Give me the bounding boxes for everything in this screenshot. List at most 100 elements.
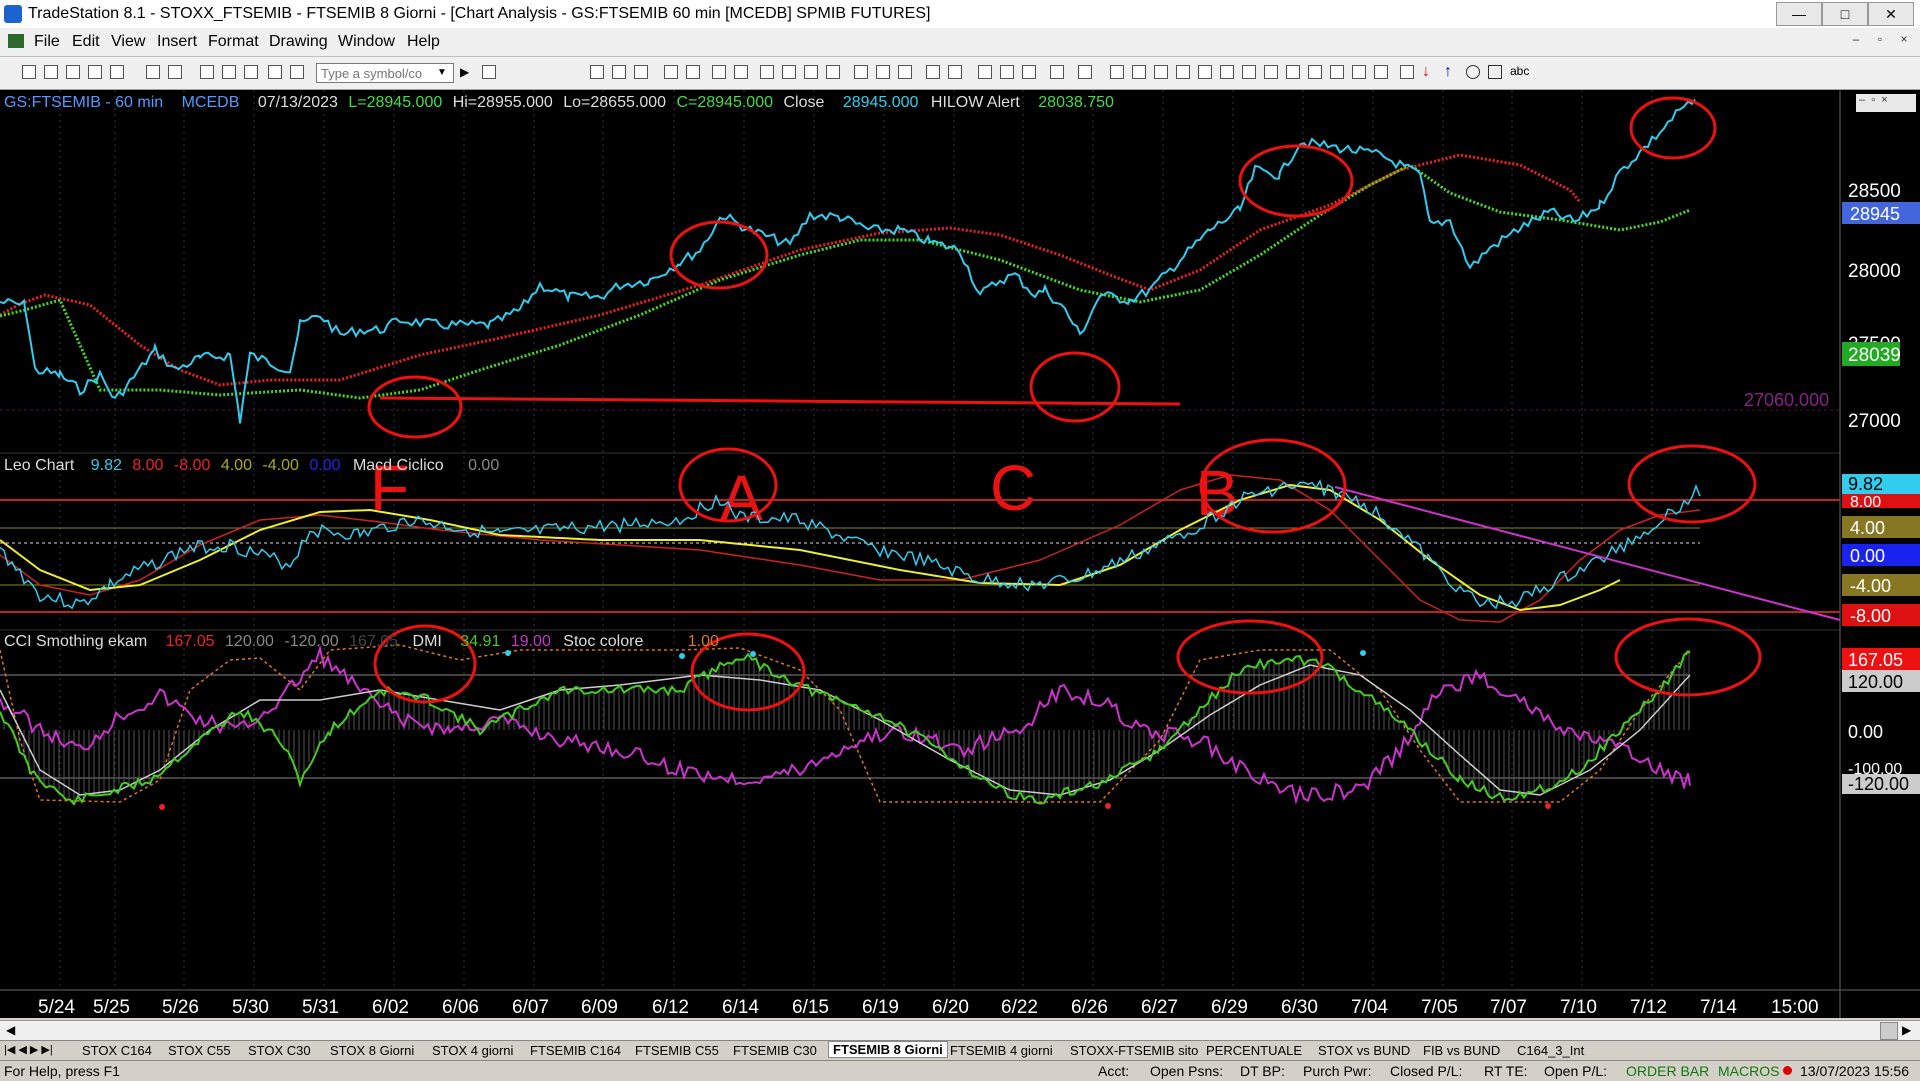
scanner-icon[interactable] [712,65,726,79]
menu-file[interactable]: File [34,33,60,51]
chart-analysis-icon[interactable] [664,65,678,79]
menu-insert[interactable]: Insert [157,33,197,51]
menu-edit[interactable]: Edit [72,33,100,51]
ellipse-arc-icon[interactable] [1330,65,1344,79]
parallel-icon[interactable] [1308,65,1322,79]
zoom-in-icon[interactable] [926,65,940,79]
symbol-input[interactable] [316,63,454,83]
pencil-icon[interactable] [1374,65,1388,79]
workspace-icon[interactable] [110,65,124,79]
trendline-icon[interactable] [1110,65,1124,79]
new-window-icon[interactable] [88,65,102,79]
save-icon[interactable] [66,65,80,79]
portfolio-icon[interactable] [734,65,748,79]
indicator-icon[interactable] [1078,65,1092,79]
circle-icon[interactable] [1466,65,1480,79]
macros-button[interactable]: MACROS [1718,1063,1779,1079]
text-tool-icon[interactable]: abc [1510,64,1529,78]
globe-icon[interactable] [290,65,304,79]
properties-icon[interactable] [268,65,282,79]
grid-icon[interactable] [590,65,604,79]
format-icon[interactable] [1050,65,1064,79]
symbol-lookup-icon[interactable] [482,65,496,79]
mdi-restore-button[interactable]: ▫ [1870,32,1890,50]
channel-icon[interactable] [1220,65,1234,79]
fib-icon[interactable] [1176,65,1190,79]
scroll-right-icon[interactable]: ▶ [1902,1023,1911,1037]
candle-icon[interactable] [826,65,840,79]
minimize-button[interactable]: — [1776,2,1822,26]
regression-icon[interactable] [1286,65,1300,79]
go-arrow-icon[interactable]: ▶ [460,65,469,79]
chart-window-icon[interactable] [8,34,24,48]
pane-controls[interactable]: – ▫ × [1856,94,1916,112]
bars-icon[interactable] [898,65,912,79]
rectangle-icon[interactable] [1488,65,1502,79]
gann-icon[interactable] [1198,65,1212,79]
chart-canvas[interactable]: 28500 28000 27500 27000 26500 28945 2803… [0,90,1920,1018]
tab-c164-3-int[interactable]: C164_3_Int [1517,1043,1584,1058]
speed-lines-icon[interactable] [1242,65,1256,79]
menu-format[interactable]: Format [208,33,259,51]
time-axis-label: 6/29 [1211,997,1248,1018]
lock-icon[interactable] [244,65,258,79]
tab-percentuale[interactable]: PERCENTUALE [1206,1043,1302,1058]
tools-icon[interactable] [1022,65,1036,79]
time-axis: 5/24 5/25 5/26 5/30 5/31 6/02 6/06 6/07 6/09 6/12… [38,997,1819,1018]
maximize-button[interactable]: □ [1822,2,1868,26]
menu-drawing[interactable]: Drawing [269,33,328,51]
bar-chart-icon[interactable] [804,65,818,79]
tab-ftsemib-c164[interactable]: FTSEMIB C164 [530,1043,621,1058]
tab-stoxx-ftsemib-sito[interactable]: STOXX-FTSEMIB sito [1070,1043,1198,1058]
pointer-icon[interactable] [978,65,992,79]
menu-window[interactable]: Window [338,33,395,51]
radar-icon[interactable] [686,65,700,79]
data-window-icon[interactable] [1000,65,1014,79]
copy-icon[interactable] [222,65,236,79]
tab-ftsemib-8-giorni[interactable]: FTSEMIB 8 Giorni [828,1041,948,1058]
tab-stox-c55[interactable]: STOX C55 [168,1043,231,1058]
menu-help[interactable]: Help [407,33,440,51]
compress-icon[interactable] [854,65,868,79]
tab-stox-c30[interactable]: STOX C30 [248,1043,311,1058]
table-icon[interactable] [634,65,648,79]
mdi-minimize-button[interactable]: – [1846,32,1866,50]
open-icon[interactable] [44,65,58,79]
arrow-up-icon[interactable]: ↑ [1444,63,1452,81]
print-icon[interactable] [168,65,182,79]
tab-fib-vs-bund[interactable]: FIB vs BUND [1423,1043,1500,1058]
andrews-icon[interactable] [1264,65,1278,79]
symbol-dropdown-icon[interactable]: ▼ [437,67,447,78]
order-icon[interactable] [782,65,796,79]
freehand-icon[interactable] [1352,65,1366,79]
tab-stox-c164[interactable]: STOX C164 [82,1043,152,1058]
horizontal-scrollbar[interactable]: ◀ ▶ [0,1020,1920,1041]
menu-view[interactable]: View [111,33,145,51]
trendline-drawing [1334,486,1841,621]
vertical-lines-icon[interactable] [1132,65,1146,79]
tab-nav-icons[interactable]: |◀ ◀ ▶ ▶| [4,1043,53,1056]
tab-stox-4-giorni[interactable]: STOX 4 giorni [432,1043,513,1058]
quote-icon[interactable] [612,65,626,79]
expand-icon[interactable] [876,65,890,79]
zoom-out-icon[interactable] [948,65,962,79]
chart-analysis-window[interactable]: 28500 28000 27500 27000 26500 28945 2803… [0,90,1920,1018]
tab-ftsemib-c55[interactable]: FTSEMIB C55 [635,1043,719,1058]
mdi-close-button[interactable]: × [1894,32,1914,50]
tab-stox-vs-bund[interactable]: STOX vs BUND [1318,1043,1410,1058]
close-button[interactable]: ✕ [1868,2,1914,26]
horizontal-lines-icon[interactable] [1154,65,1168,79]
order-bar-button[interactable]: ORDER BAR [1626,1063,1709,1079]
cut-icon[interactable] [200,65,214,79]
print-preview-icon[interactable] [146,65,160,79]
tab-ftsemib-c30[interactable]: FTSEMIB C30 [733,1043,817,1058]
new-icon[interactable] [22,65,36,79]
symbol-list-icon[interactable] [760,65,774,79]
workspace-tabs: |◀ ◀ ▶ ▶| STOX C164 STOX C55 STOX C30 ST… [0,1040,1920,1061]
tab-stox-8-giorni[interactable]: STOX 8 Giorni [330,1043,414,1058]
arrow-down-icon[interactable]: ↓ [1422,63,1430,81]
scroll-left-icon[interactable]: ◀ [6,1023,15,1037]
arc-icon[interactable] [1400,65,1414,79]
scroll-thumb[interactable] [1880,1022,1898,1040]
tab-ftsemib-4-giorni[interactable]: FTSEMIB 4 giorni [950,1043,1053,1058]
